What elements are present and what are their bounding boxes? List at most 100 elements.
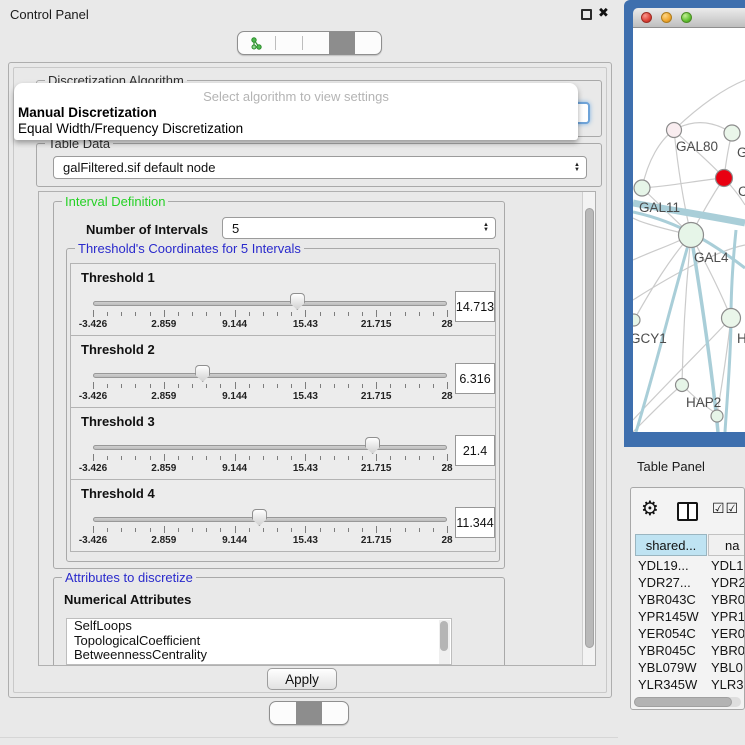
threshold-value-field[interactable]: 11.344 [455,507,495,538]
minor-tick [320,528,321,532]
network-node[interactable] [724,125,740,141]
slider-handle[interactable] [365,437,380,454]
network-node[interactable] [716,170,733,187]
attribute-item-betweennesscentrality[interactable]: BetweennessCentrality [67,648,451,663]
cell-shared-name: YIL052C [631,694,703,696]
slider-handle[interactable] [252,509,267,526]
minor-tick [277,312,278,316]
tab-impute-data[interactable] [270,702,296,724]
network-node[interactable] [676,379,689,392]
slider-track[interactable] [93,517,447,522]
major-tick [376,526,377,533]
table-data-combo[interactable]: galFiltered.sif default node ▲▼ [53,156,587,179]
control-tabs [237,31,382,55]
algorithm-option-manual-discretization[interactable]: Manual Discretization [14,104,578,120]
table-row[interactable]: YPR145WYPR1 [631,609,744,626]
network-node[interactable] [722,309,741,328]
stepper-arrows-icon: ▲▼ [574,163,580,173]
minimize-traffic-light-icon[interactable] [661,12,672,23]
network-node[interactable] [667,123,682,138]
threshold-value-field[interactable]: 21.4 [455,435,495,466]
table-row[interactable]: YLR345WYLR3 [631,677,744,694]
number-of-intervals-combo[interactable]: 5 ▲▼ [222,217,496,239]
minor-tick [263,312,264,316]
table-row[interactable]: YDL19...YDL1 [631,558,744,575]
tab-cyni-toolbox[interactable] [329,32,355,54]
top-tab-bar [0,31,618,55]
attribute-item-topologicalcoefficient[interactable]: TopologicalCoefficient [67,634,451,649]
minor-tick [291,312,292,316]
table-horizontal-scrollbar[interactable] [634,697,741,707]
tab-infer-network[interactable] [322,702,348,724]
stepper-arrows-icon: ▲▼ [483,223,489,233]
threshold-panel-threshold-2: Threshold 2-3.4262.8599.14415.4321.71528… [70,335,496,408]
column-header-name[interactable]: na [708,534,745,556]
algorithm-option-equal-width-frequency-discretization[interactable]: Equal Width/Frequency Discretization [14,120,578,136]
column-header-shared[interactable]: shared... [635,534,707,556]
control-panel-title: Control Panel [10,7,89,22]
threshold-value-field[interactable]: 14.713 [455,291,495,322]
tab-select[interactable] [303,32,329,54]
app-root: Control Panel ✖ Discretization Algorithm… [0,0,745,745]
close-icon[interactable]: ✖ [598,5,609,21]
tick-label: 15.43 [281,463,329,474]
minor-tick [263,384,264,388]
network-node[interactable] [634,180,650,196]
table-row[interactable]: YER054CYER0 [631,626,744,643]
table-row[interactable]: YDR27...YDR2 [631,575,744,592]
minor-tick [249,312,250,316]
zoom-traffic-light-icon[interactable] [681,12,692,23]
minor-tick [390,456,391,460]
table-row[interactable]: YBR045CYBR0 [631,643,744,660]
tab-style[interactable] [276,32,302,54]
minor-tick [390,528,391,532]
cell-shared-name: YBR045C [631,643,703,658]
cell-name: YDR2 [703,575,744,590]
minor-tick [220,456,221,460]
cell-shared-name: YLR345W [631,677,703,692]
scrollbar-thumb[interactable] [440,621,448,651]
minor-tick [433,312,434,316]
slider-handle[interactable] [290,293,305,310]
threshold-panel-threshold-3: Threshold 3-3.4262.8599.14415.4321.71528… [70,407,496,480]
tick-label: 21.715 [352,535,400,546]
settings-vertical-scrollbar[interactable] [582,192,595,665]
table-row[interactable]: YBL079WYBL0 [631,660,744,677]
minor-tick [192,312,193,316]
cell-name: YIL0 [703,694,738,696]
minor-tick [249,384,250,388]
network-node-label: GAL11 [639,200,680,215]
network-node[interactable] [679,223,704,248]
slider-track[interactable] [93,445,447,450]
network-window-titlebar[interactable] [633,8,745,28]
minor-tick [192,456,193,460]
numerical-attributes-list[interactable]: SelfLoopsTopologicalCoefficientBetweenne… [66,618,452,665]
major-tick [93,382,94,389]
checkbox-checked-icons[interactable]: ☑☑ [712,500,739,517]
tab-network[interactable] [238,32,275,54]
attributes-list-scrollbar[interactable] [439,620,450,665]
slider-track[interactable] [93,301,447,306]
major-tick [164,310,165,317]
table-row[interactable]: YIL052CYIL0 [631,694,744,696]
table-row[interactable]: YBR043CYBR0 [631,592,744,609]
float-window-icon[interactable] [581,9,592,20]
attribute-item-selfloops[interactable]: SelfLoops [67,619,451,634]
slider-track[interactable] [93,373,447,378]
scrollbar-thumb[interactable] [585,208,594,648]
network-node[interactable] [711,410,723,422]
close-traffic-light-icon[interactable] [641,12,652,23]
minor-tick [362,384,363,388]
scrollbar-thumb[interactable] [634,697,732,707]
tab-discretize-data[interactable] [296,702,322,724]
major-tick [305,454,306,461]
gear-icon[interactable]: ⚙ [641,496,659,521]
columns-icon[interactable] [677,502,698,521]
cell-name: YLR3 [703,677,744,692]
tab-jactivemnodules[interactable] [355,32,381,54]
network-node[interactable] [633,314,640,326]
threshold-value-field[interactable]: 6.316 [455,363,495,394]
network-canvas[interactable]: GAL80GACGAL11GAL4GCY1HHAP2 [633,28,745,432]
slider-handle[interactable] [195,365,210,382]
apply-button[interactable]: Apply [267,668,337,690]
